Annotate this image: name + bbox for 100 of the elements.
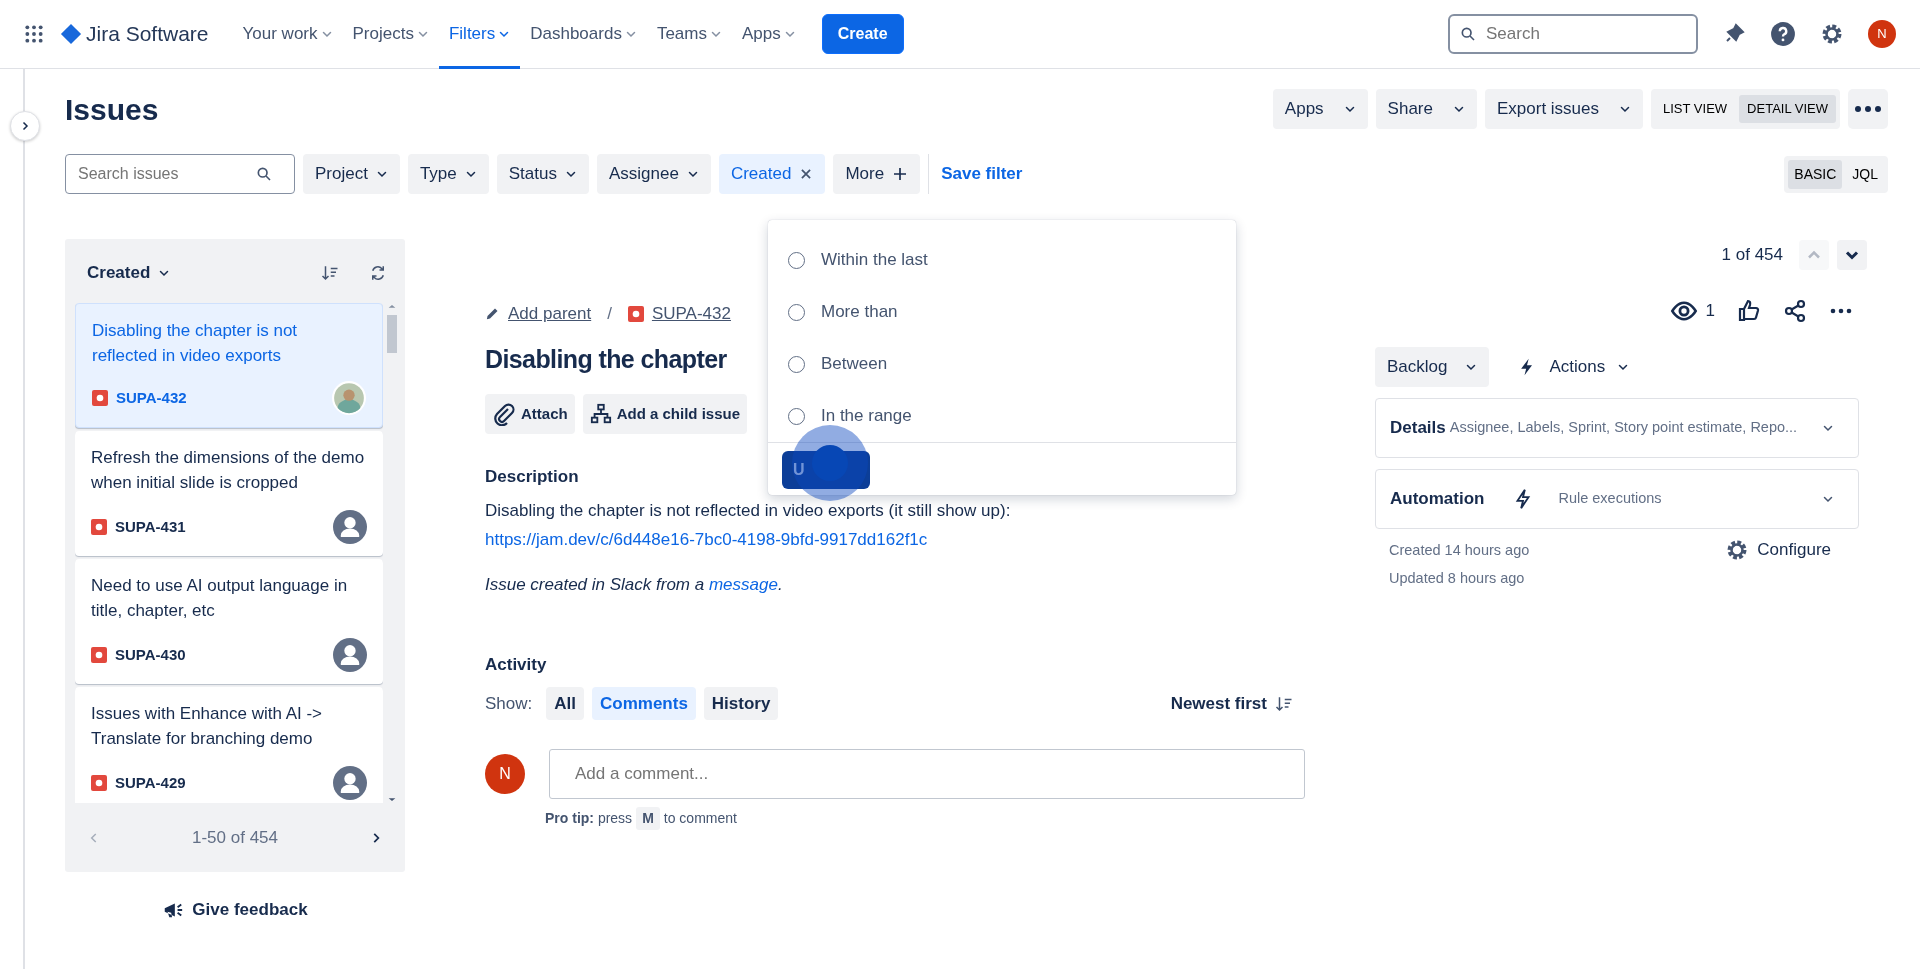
thumbs-up-icon[interactable] [1737,299,1761,323]
view-option[interactable]: DETAIL VIEW [1739,95,1836,123]
issue-key: SUPA-429 [115,771,186,795]
pencil-icon [485,306,500,322]
note-text: Issue created in Slack from a message. [485,573,784,596]
expand-sidebar-button[interactable] [10,111,40,141]
search-box[interactable]: Search [1448,14,1698,54]
avatar [332,381,366,415]
user-avatar[interactable]: N [1868,20,1896,48]
brand-name[interactable]: Jira Software [86,18,209,50]
dropdown-button[interactable]: Export issues [1485,89,1644,129]
key-hint: M [636,806,660,830]
show-label: Show: [485,692,533,715]
filter-button[interactable]: Type [407,154,489,194]
activity-tab[interactable]: Comments [592,686,696,721]
next-issue-icon[interactable] [1837,240,1867,270]
search-box[interactable]: Search issues [65,154,295,194]
filter-button[interactable]: Assignee [597,154,711,194]
issue-card[interactable]: Disabling the chapter is not reflected in video exports SUPA-432 [75,303,383,428]
issue-title: Need to use AI output language in title, chapter, etc [91,575,349,622]
logo-icon [60,23,82,45]
hierarchy-icon [589,403,612,425]
sort-button[interactable]: Newest first [1158,683,1305,724]
action-button[interactable]: Add a child issue [582,394,748,434]
settings-icon[interactable] [1820,22,1844,46]
issue-card[interactable]: Need to use AI output language in title, chapter, etc SUPA-430 [75,559,383,684]
app-switcher-icon[interactable] [24,24,44,44]
radio-option[interactable]: In the range [788,390,1216,442]
nav-tab[interactable]: Projects [342,0,439,69]
activity-tab[interactable]: All [546,686,584,721]
save-filter-link[interactable]: Save filter [941,161,1023,187]
updated-date: Updated 8 hours ago [1389,568,1526,588]
panel-title: Automation [1390,488,1485,511]
page-title: Issues [65,91,159,128]
issue-counter: 1 of 454 [1721,244,1783,267]
help-icon[interactable] [1770,21,1796,47]
avatar [333,510,367,544]
actions-button[interactable]: Actions [1505,347,1642,387]
tip-text: to comment [663,808,737,828]
scrollbar-thumb[interactable] [387,315,397,353]
tip-text: Pro tip: press [545,808,633,828]
breadcrumb-separator: / [607,303,612,325]
refresh-icon[interactable] [369,264,387,282]
plus-icon [892,166,909,182]
configure-button[interactable]: Configure [1713,530,1843,570]
sort-button[interactable]: Created [87,253,171,293]
scroll-down-icon[interactable] [387,795,397,803]
user-avatar: N [485,753,525,794]
issue-key-link[interactable]: SUPA-432 [627,301,731,327]
description-text: Disabling the chapter is not reflected in video exports (it still show up): https://jam.dev/c/6d448e16-7bc0-4198-9bfd-9917dd162f1c [485,499,1012,551]
issue-title: Refresh the dimensions of the demo when initial slide is cropped [91,447,366,494]
nav-tab[interactable]: Filters [438,0,521,69]
more-icon[interactable] [1848,89,1888,129]
panel-summary: Assignee, Labels, Sprint, Story point estimate, Repo... [1449,418,1798,438]
sort-icon[interactable] [1275,694,1293,713]
search-icon [256,166,272,182]
nav-tab[interactable]: Dashboards [520,0,647,69]
comment-field[interactable]: Add a comment... [549,748,1305,799]
filter-button[interactable]: More [833,154,921,194]
radio-option[interactable]: Within the last [788,234,1216,286]
transition-button[interactable]: Backlog [1375,347,1490,387]
mode-option[interactable]: BASIC [1788,159,1843,189]
create-button[interactable]: Create [821,14,904,54]
mode-option[interactable]: JQL [1846,159,1884,189]
filter-button[interactable]: Project [303,154,400,194]
message-link[interactable]: message [708,574,778,594]
close-icon[interactable] [799,167,814,181]
issue-card[interactable]: Refresh the dimensions of the demo when initial slide is cropped SUPA-431 [75,431,383,556]
feedback-button[interactable]: Give feedback [150,890,320,930]
share-icon[interactable] [1783,299,1807,323]
add-parent-link[interactable]: Add parent [485,301,592,327]
collapsible-panel[interactable]: Details Assignee, Labels, Sprint, Story point estimate, Repo... [1375,398,1859,458]
description-link[interactable]: https://jam.dev/c/6d448e16-7bc0-4198-9bfd-9917dd162f1c [485,529,928,549]
paperclip-icon [492,402,516,426]
nav-tab[interactable]: Teams [646,0,732,69]
view-option[interactable]: LIST VIEW [1655,95,1736,123]
radio-option[interactable]: Between [788,338,1216,390]
dropdown-button[interactable]: Share [1375,89,1477,129]
filter-button[interactable]: Created [718,154,826,194]
issue-title: Disabling the chapter is not reflected in video exports [92,320,299,367]
section-heading: Description [485,466,579,488]
issue-card[interactable]: Issues with Enhance with AI -> Translate for branching demo SUPA-429 [75,687,383,803]
filter-button[interactable]: Status [496,154,589,194]
radio-option[interactable]: More than [788,286,1216,338]
issue-title: Issues with Enhance with AI -> Translate for branching demo [91,703,324,750]
search-icon [1460,26,1476,42]
sort-icon[interactable] [321,264,339,282]
nav-tab[interactable]: Apps [731,0,806,69]
issue-title: Disabling the chapter [485,343,727,375]
activity-tab[interactable]: History [703,686,779,721]
nav-tab[interactable]: Your work [232,0,343,69]
dropdown-button[interactable]: Apps [1272,89,1368,129]
action-button[interactable]: Attach [485,394,575,434]
watchers-button[interactable]: 1 [1669,297,1715,325]
avatar [333,638,367,672]
collapsible-panel[interactable]: Automation Rule executions [1375,469,1859,529]
panel-title: Details [1390,417,1446,440]
created-date: Created 14 hours ago [1389,541,1530,560]
pagination-text: 1-50 of 454 [192,826,278,849]
issue-key: SUPA-431 [115,515,186,539]
